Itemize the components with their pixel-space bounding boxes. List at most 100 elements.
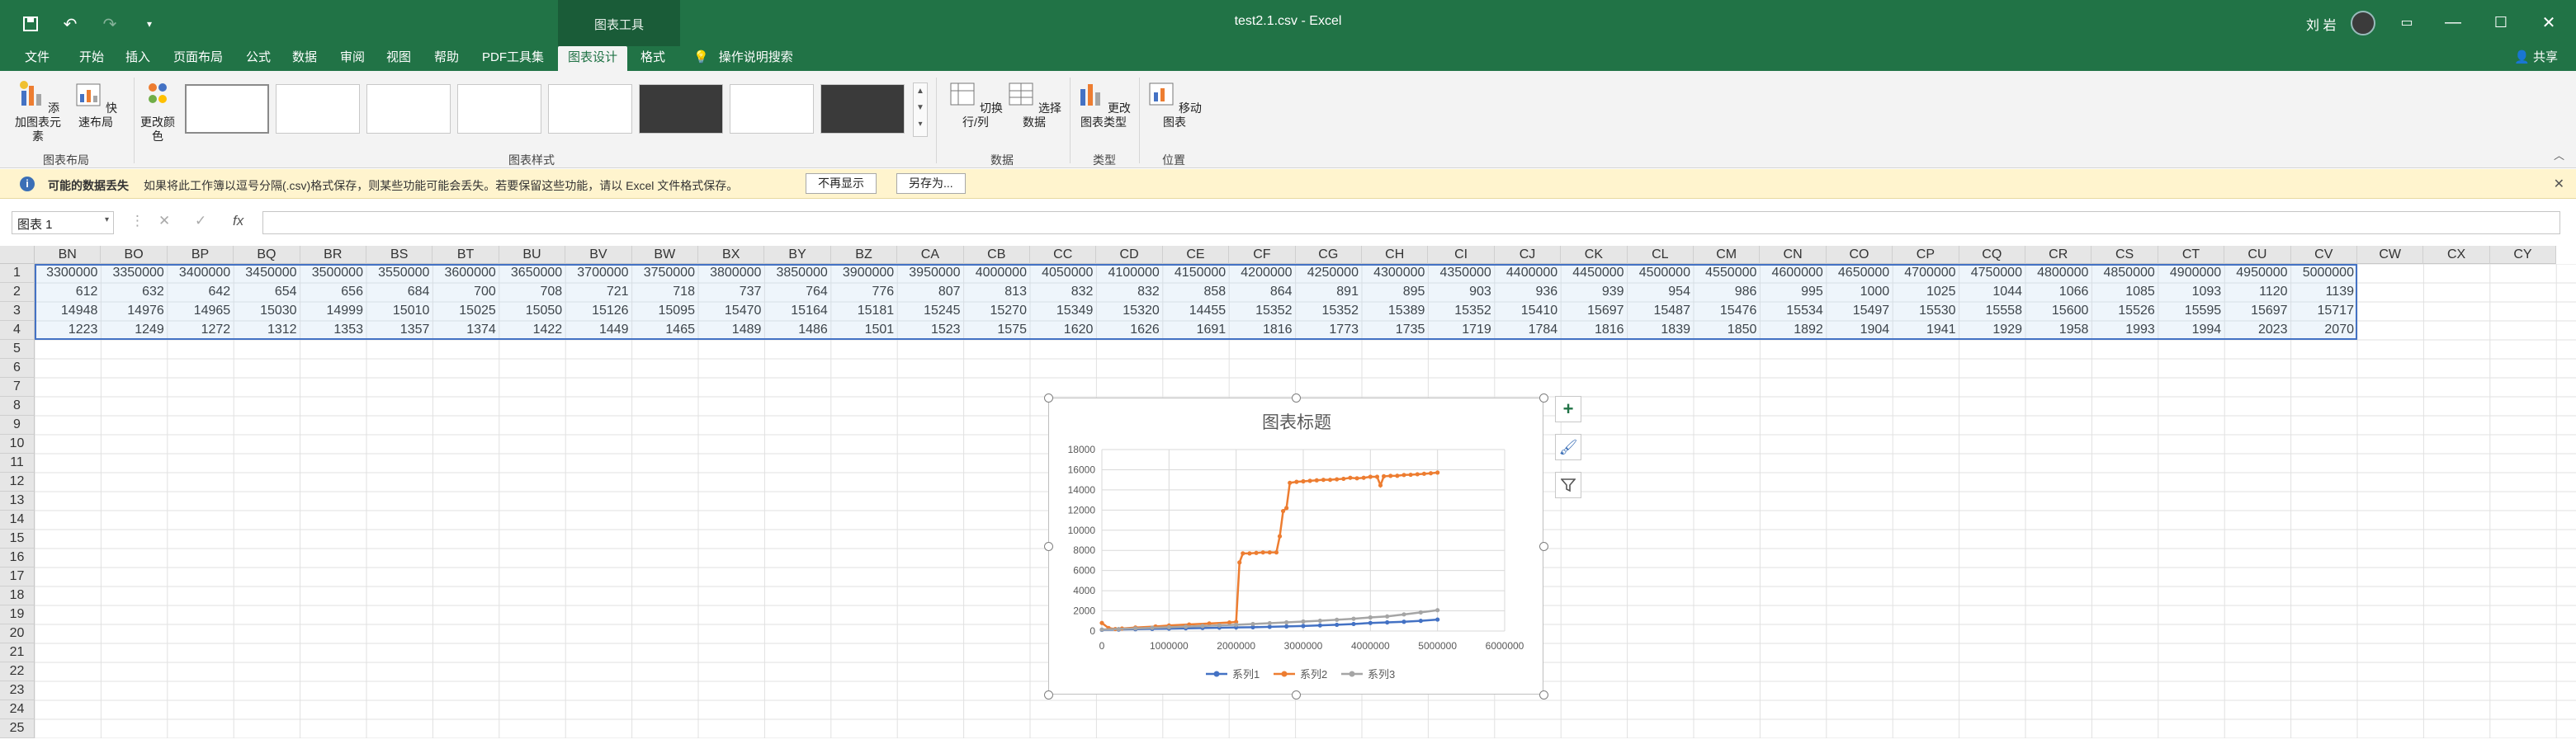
chart-style-6[interactable]: [639, 84, 723, 134]
row-header-18[interactable]: 18: [0, 586, 35, 605]
data-point[interactable]: [1382, 473, 1387, 478]
data-point[interactable]: [1288, 480, 1293, 485]
column-header-cd[interactable]: CD: [1096, 246, 1163, 264]
row-header-2[interactable]: 2: [0, 283, 35, 302]
data-point[interactable]: [1415, 472, 1420, 477]
resize-handle[interactable]: [1292, 393, 1301, 403]
row-header-10[interactable]: 10: [0, 435, 35, 454]
row-header-12[interactable]: 12: [0, 473, 35, 492]
column-header-cv[interactable]: CV: [2290, 246, 2357, 264]
data-point[interactable]: [1250, 621, 1255, 627]
row-header-14[interactable]: 14: [0, 511, 35, 530]
column-header-cc[interactable]: CC: [1030, 246, 1097, 264]
resize-handle[interactable]: [1539, 542, 1548, 551]
chart-style-3[interactable]: [366, 84, 451, 134]
data-point[interactable]: [1267, 550, 1272, 555]
switch-row-column-button[interactable]: 切换行/列: [946, 79, 1005, 130]
data-point[interactable]: [1368, 620, 1373, 625]
chart-style-8[interactable]: [820, 84, 905, 134]
chart-style-2[interactable]: [276, 84, 360, 134]
row-header-19[interactable]: 19: [0, 605, 35, 624]
row-header-4[interactable]: 4: [0, 321, 35, 340]
data-point[interactable]: [1418, 610, 1423, 615]
column-header-bo[interactable]: BO: [101, 246, 168, 264]
row-header-20[interactable]: 20: [0, 624, 35, 643]
data-point[interactable]: [1401, 612, 1406, 617]
data-point[interactable]: [1260, 550, 1265, 555]
data-point[interactable]: [1368, 474, 1373, 479]
dont-show-again-button[interactable]: 不再显示: [806, 173, 877, 194]
name-box[interactable]: 图表 1 ▾: [12, 211, 114, 234]
change-colors-button[interactable]: 更改颜色: [137, 79, 178, 144]
legend-label-3[interactable]: 系列3: [1368, 668, 1395, 681]
data-point[interactable]: [1361, 475, 1366, 480]
column-header-cs[interactable]: CS: [2092, 246, 2158, 264]
row-header-16[interactable]: 16: [0, 549, 35, 568]
data-point[interactable]: [1354, 476, 1359, 481]
column-header-bt[interactable]: BT: [432, 246, 499, 264]
redo-icon[interactable]: ↷: [99, 13, 121, 35]
tell-me-search[interactable]: 💡 操作说明搜索: [683, 46, 803, 71]
chart-elements-button[interactable]: +: [1555, 396, 1581, 422]
data-point[interactable]: [1341, 476, 1346, 482]
user-name[interactable]: 刘 岩: [2306, 14, 2336, 34]
chart-style-1[interactable]: [185, 84, 269, 134]
data-point[interactable]: [1307, 478, 1312, 483]
tab-formulas[interactable]: 公式: [236, 46, 281, 71]
tab-pdf-tools[interactable]: PDF工具集: [472, 46, 554, 71]
tab-page-layout[interactable]: 页面布局: [163, 46, 233, 71]
data-point[interactable]: [1348, 475, 1353, 480]
column-header-ci[interactable]: CI: [1428, 246, 1495, 264]
data-point[interactable]: [1335, 622, 1340, 628]
data-point[interactable]: [1435, 617, 1440, 622]
style-gallery-scroll[interactable]: ▲ ▼ ▾: [913, 82, 928, 137]
row-header-25[interactable]: 25: [0, 719, 35, 738]
column-header-ce[interactable]: CE: [1162, 246, 1230, 264]
undo-icon[interactable]: ↶: [59, 13, 81, 35]
data-point[interactable]: [1099, 620, 1104, 625]
row-header-11[interactable]: 11: [0, 454, 35, 473]
save-icon[interactable]: [20, 13, 41, 35]
tab-chart-design[interactable]: 图表设计: [558, 46, 628, 71]
column-header-ch[interactable]: CH: [1362, 246, 1429, 264]
data-point[interactable]: [1284, 624, 1289, 629]
data-point[interactable]: [1301, 619, 1306, 624]
column-header-bw[interactable]: BW: [631, 246, 698, 264]
collapse-ribbon-icon[interactable]: ︿: [2554, 147, 2564, 163]
quick-layout-button[interactable]: 快速布局: [69, 79, 122, 130]
row-header-24[interactable]: 24: [0, 700, 35, 719]
data-point[interactable]: [1184, 624, 1189, 629]
tab-home[interactable]: 开始: [69, 46, 114, 71]
column-header-cw[interactable]: CW: [2357, 246, 2424, 264]
data-point[interactable]: [1294, 479, 1299, 484]
customize-qat-icon[interactable]: ▾: [139, 13, 160, 35]
data-point[interactable]: [1351, 621, 1356, 627]
row-header-7[interactable]: 7: [0, 378, 35, 397]
chart-styles-button[interactable]: 🖌: [1555, 434, 1581, 460]
row-header-21[interactable]: 21: [0, 643, 35, 662]
resize-handle[interactable]: [1044, 542, 1053, 551]
data-point[interactable]: [1301, 624, 1306, 629]
column-header-bz[interactable]: BZ: [830, 246, 898, 264]
column-header-by[interactable]: BY: [764, 246, 831, 264]
column-header-cj[interactable]: CJ: [1494, 246, 1562, 264]
row-header-3[interactable]: 3: [0, 302, 35, 321]
column-header-bq[interactable]: BQ: [234, 246, 300, 264]
column-header-cf[interactable]: CF: [1229, 246, 1296, 264]
resize-handle[interactable]: [1539, 393, 1548, 403]
data-point[interactable]: [1284, 619, 1289, 625]
close-message-icon[interactable]: ✕: [2554, 176, 2564, 192]
column-header-cg[interactable]: CG: [1295, 246, 1362, 264]
column-header-bx[interactable]: BX: [698, 246, 765, 264]
data-point[interactable]: [1421, 471, 1426, 476]
data-point[interactable]: [1368, 615, 1373, 620]
data-point[interactable]: [1435, 470, 1440, 475]
data-point[interactable]: [1385, 614, 1390, 619]
chart-style-7[interactable]: [730, 84, 814, 134]
ribbon-display-options-icon[interactable]: ▭: [2390, 8, 2423, 36]
tab-insert[interactable]: 插入: [116, 46, 160, 71]
chart[interactable]: 图表标题 18000 16000 14000 12000 10000 8000 6000 40…: [1048, 398, 1543, 695]
data-point[interactable]: [1317, 618, 1322, 624]
column-header-ca[interactable]: CA: [897, 246, 964, 264]
tab-view[interactable]: 视图: [376, 46, 421, 71]
